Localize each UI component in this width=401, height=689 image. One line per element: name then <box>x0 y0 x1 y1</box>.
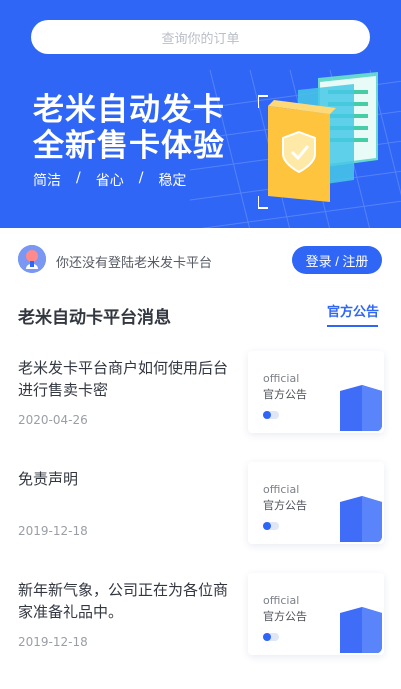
hero-title-line2: 全新售卡体验 <box>33 128 225 164</box>
section-title: 老米自动卡平台消息 <box>18 308 171 328</box>
shield-icon <box>340 385 382 431</box>
login-message: 你还没有登陆老米发卡平台 <box>56 256 213 271</box>
hero-features: 简洁 / 省心 / 稳定 <box>33 170 186 190</box>
feature-stable: 稳定 <box>158 173 187 189</box>
feature-separator: / <box>138 170 144 186</box>
hero-title-line1: 老米自动发卡 <box>33 92 225 128</box>
news-item[interactable]: 新年新气象，公司正在为各位商家准备礼品中。 2019-12-18 officia… <box>0 573 401 689</box>
news-title[interactable]: 免责声明 <box>18 468 228 490</box>
toggle-icon <box>263 411 279 419</box>
news-title[interactable]: 老米发卡平台商户如何使用后台进行售卖卡密 <box>18 357 228 401</box>
card-label-cn: 官方公告 <box>263 499 307 512</box>
card-label-en: official <box>263 483 300 496</box>
login-register-button[interactable]: 登录 / 注册 <box>292 246 382 274</box>
tab-official-announcements[interactable]: 官方公告 <box>327 301 379 320</box>
toggle-icon <box>263 633 279 641</box>
active-tab-indicator <box>327 325 378 327</box>
card-label-en: official <box>263 594 300 607</box>
card-label-en: official <box>263 372 300 385</box>
card-stack-illustration <box>258 72 378 209</box>
login-prompt-bar: 你还没有登陆老米发卡平台 登录 / 注册 <box>0 228 401 294</box>
feature-worry-free: 省心 <box>95 173 124 189</box>
feature-separator: / <box>76 170 81 186</box>
news-date: 2019-12-18 <box>18 524 88 538</box>
news-thumbnail-card[interactable]: official 官方公告 <box>248 462 384 544</box>
user-avatar-icon <box>18 245 46 273</box>
news-thumbnail-card[interactable]: official 官方公告 <box>248 573 384 655</box>
order-search-input[interactable]: 查询你的订单 <box>31 20 370 54</box>
shield-icon <box>340 607 382 653</box>
news-item[interactable]: 老米发卡平台商户如何使用后台进行售卖卡密 2020-04-26 official… <box>0 351 401 467</box>
toggle-icon <box>263 522 279 530</box>
hero-title: 老米自动发卡 全新售卡体验 <box>33 92 225 164</box>
news-date: 2019-12-18 <box>18 635 88 649</box>
news-thumbnail-card[interactable]: official 官方公告 <box>248 351 384 433</box>
card-label-cn: 官方公告 <box>263 388 307 401</box>
hero-banner: 查询你的订单 老米自动发卡 全新售卡体验 简洁 / 省心 / 稳定 <box>0 0 401 228</box>
feature-simple: 简洁 <box>33 173 61 189</box>
news-item[interactable]: 免责声明 2019-12-18 official 官方公告 <box>0 462 401 578</box>
shield-icon <box>340 496 382 542</box>
card-label-cn: 官方公告 <box>263 610 307 623</box>
news-title[interactable]: 新年新气象，公司正在为各位商家准备礼品中。 <box>18 579 228 623</box>
news-date: 2020-04-26 <box>18 413 88 427</box>
